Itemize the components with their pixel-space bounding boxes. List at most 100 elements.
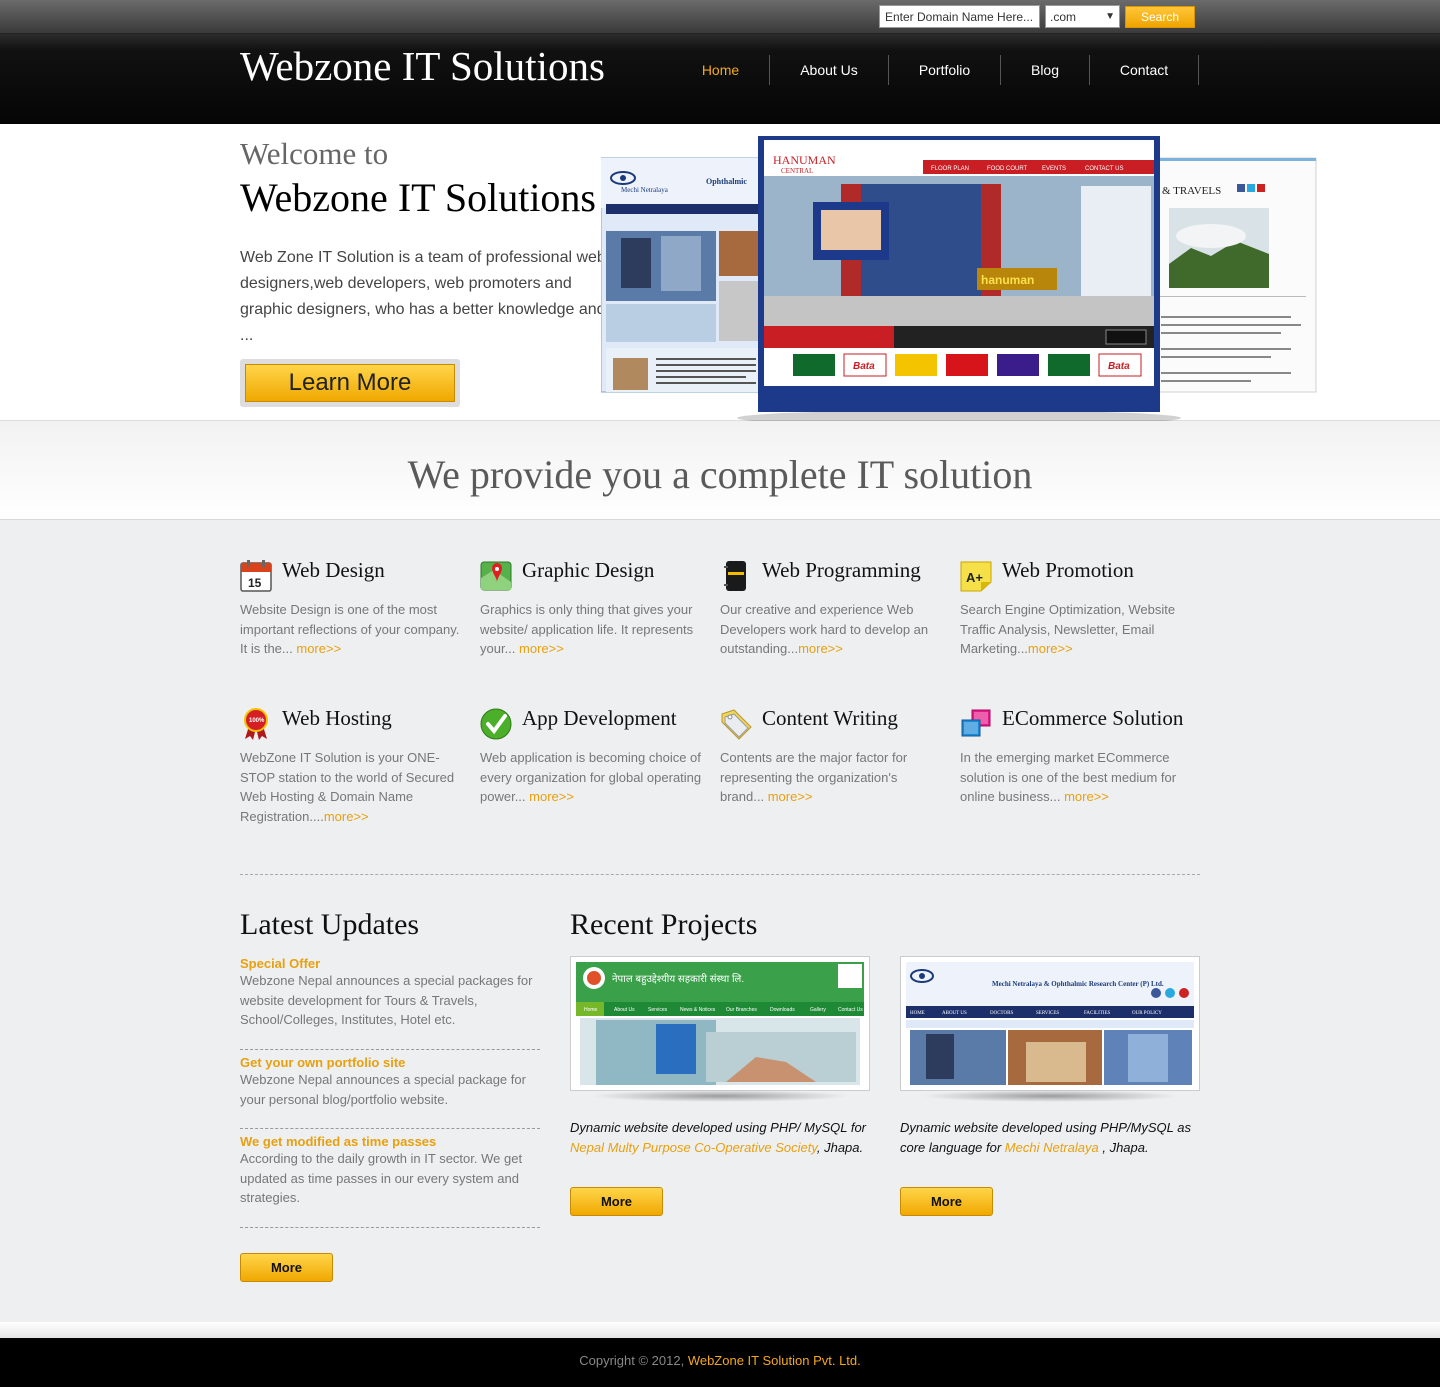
svg-text:100%: 100% bbox=[249, 718, 265, 724]
center-screen-menu-3: EVENTS bbox=[1042, 166, 1066, 172]
service-text: Website Design is one of the most import… bbox=[240, 602, 460, 656]
more-link[interactable]: more>> bbox=[519, 641, 564, 656]
service-title[interactable]: Web Promotion bbox=[1002, 558, 1134, 583]
domain-search-input[interactable]: Enter Domain Name Here... bbox=[879, 5, 1040, 28]
footer-divider bbox=[0, 1322, 1440, 1338]
notebook-icon bbox=[724, 561, 746, 591]
nav-home[interactable]: Home bbox=[672, 55, 770, 85]
update-separator bbox=[240, 1049, 540, 1050]
svg-text:Our Branches: Our Branches bbox=[726, 1007, 757, 1013]
center-screen-brand: HANUMAN bbox=[773, 153, 836, 167]
update-item: Special Offer Webzone Nepal announces a … bbox=[240, 956, 540, 1030]
update-title[interactable]: Special Offer bbox=[240, 956, 540, 971]
price-tag-icon bbox=[721, 709, 752, 740]
service-title[interactable]: Graphic Design bbox=[522, 558, 654, 583]
update-item: We get modified as time passes According… bbox=[240, 1134, 540, 1208]
main-nav: Home About Us Portfolio Blog Contact bbox=[672, 55, 1199, 87]
nav-contact[interactable]: Contact bbox=[1090, 55, 1199, 85]
footer-company-link[interactable]: WebZone IT Solution Pvt. Ltd. bbox=[688, 1353, 861, 1368]
hero-title: Webzone IT Solutions bbox=[240, 175, 596, 220]
more-link[interactable]: more>> bbox=[324, 809, 369, 824]
service-title[interactable]: ECommerce Solution bbox=[1002, 706, 1183, 731]
copyright-text: Copyright © 2012, bbox=[579, 1353, 688, 1368]
windows-icon bbox=[961, 709, 991, 737]
service-text: Search Engine Optimization, Website Traf… bbox=[960, 602, 1176, 656]
update-title[interactable]: We get modified as time passes bbox=[240, 1134, 540, 1149]
svg-text:Contact Us: Contact Us bbox=[838, 1007, 863, 1013]
more-link[interactable]: more>> bbox=[798, 641, 843, 656]
svg-text:Gallery: Gallery bbox=[810, 1007, 826, 1013]
service-text: Contents are the major factor for repres… bbox=[720, 750, 908, 804]
hero-welcome: Welcome to bbox=[240, 136, 389, 171]
learn-more-wrapper: Learn More bbox=[240, 359, 460, 407]
slogan-band: We provide you a complete IT solution bbox=[0, 421, 1440, 520]
project-description: Dynamic website developed using PHP/MySQ… bbox=[900, 1120, 1191, 1155]
more-link[interactable]: more>> bbox=[529, 789, 574, 804]
update-title[interactable]: Get your own portfolio site bbox=[240, 1055, 540, 1070]
svg-text:DOCTORS: DOCTORS bbox=[990, 1011, 1013, 1016]
calendar-icon: 15 bbox=[240, 560, 272, 592]
svg-text:Home: Home bbox=[584, 1007, 598, 1013]
service-title[interactable]: Web Programming bbox=[762, 558, 921, 583]
svg-text:About Us: About Us bbox=[614, 1007, 635, 1013]
svg-text:OUR POLICY: OUR POLICY bbox=[1132, 1011, 1162, 1016]
section-divider bbox=[240, 874, 1200, 875]
recent-projects-title: Recent Projects bbox=[570, 908, 758, 941]
project-screenshot: नेपाल बहुउद्देश्यीय सहकारी संस्था लि. Ho… bbox=[576, 962, 864, 1085]
center-screen-menu-2: FOOD COURT bbox=[987, 166, 1028, 172]
more-link[interactable]: more>> bbox=[1028, 641, 1073, 656]
project-more-button[interactable]: More bbox=[570, 1187, 663, 1216]
updates-more-button[interactable]: More bbox=[240, 1253, 333, 1282]
service-title[interactable]: Content Writing bbox=[762, 706, 898, 731]
update-item: Get your own portfolio site Webzone Nepa… bbox=[240, 1055, 540, 1109]
thumbnail-shadow bbox=[590, 1090, 850, 1102]
svg-text:FACILITIES: FACILITIES bbox=[1084, 1011, 1111, 1016]
svg-text:A+: A+ bbox=[966, 570, 983, 585]
service-text: WebZone IT Solution is your ONE-STOP sta… bbox=[240, 750, 455, 824]
map-pin-icon bbox=[480, 561, 512, 591]
project-thumbnail-mechi-netralaya[interactable]: Mechi Netralaya & Ophthalmic Research Ce… bbox=[900, 956, 1200, 1091]
site-footer: Copyright © 2012, WebZone IT Solution Pv… bbox=[0, 1338, 1440, 1387]
service-title[interactable]: Web Design bbox=[282, 558, 385, 583]
right-screen-title: & TRAVELS bbox=[1162, 185, 1221, 197]
nav-about-us[interactable]: About Us bbox=[770, 55, 889, 85]
thumbnail-shadow bbox=[920, 1090, 1180, 1102]
svg-text:Downloads: Downloads bbox=[770, 1007, 795, 1013]
travels-screen: & TRAVELS bbox=[1140, 157, 1317, 393]
update-separator bbox=[240, 1227, 540, 1228]
nav-blog[interactable]: Blog bbox=[1001, 55, 1090, 85]
learn-more-button[interactable]: Learn More bbox=[245, 364, 455, 402]
svg-text:ABOUT US: ABOUT US bbox=[942, 1011, 967, 1016]
thumb-banner-text: Mechi Netralaya & Ophthalmic Research Ce… bbox=[992, 980, 1164, 988]
svg-text:15: 15 bbox=[248, 576, 262, 590]
update-text: According to the daily growth in IT sect… bbox=[240, 1151, 523, 1205]
project-client-link[interactable]: Mechi Netralaya bbox=[1005, 1140, 1099, 1155]
service-title[interactable]: Web Hosting bbox=[282, 706, 392, 731]
project-thumbnail-nmpcs[interactable]: नेपाल बहुउद्देश्यीय सहकारी संस्था लि. Ho… bbox=[570, 956, 870, 1091]
update-text: Webzone Nepal announces a special packag… bbox=[240, 1072, 526, 1107]
svg-text:News & Notices: News & Notices bbox=[680, 1007, 716, 1013]
more-link[interactable]: more>> bbox=[1064, 789, 1109, 804]
tld-select[interactable]: .com ▼ bbox=[1045, 5, 1120, 28]
service-text: Graphics is only thing that gives your w… bbox=[480, 602, 694, 656]
project-more-button[interactable]: More bbox=[900, 1187, 993, 1216]
project-screenshot: Mechi Netralaya & Ophthalmic Research Ce… bbox=[906, 962, 1194, 1085]
svg-text:SERVICES: SERVICES bbox=[1036, 1011, 1059, 1016]
chevron-down-icon: ▼ bbox=[1105, 11, 1115, 22]
nav-portfolio[interactable]: Portfolio bbox=[889, 55, 1001, 85]
service-text: Web application is becoming choice of ev… bbox=[480, 750, 702, 804]
portfolio-showcase-image: Mechi Netralaya Ophthalmic & TRAVELS HAN… bbox=[601, 136, 1317, 426]
latest-updates-title: Latest Updates bbox=[240, 908, 420, 941]
more-link[interactable]: more>> bbox=[296, 641, 341, 656]
project-client-link[interactable]: Nepal Multy Purpose Co-Operative Society bbox=[570, 1140, 817, 1155]
center-screen-menu-4: CONTACT US bbox=[1085, 166, 1123, 172]
domain-search-button[interactable]: Search bbox=[1125, 6, 1195, 28]
site-logo[interactable]: Webzone IT Solutions bbox=[240, 42, 605, 90]
brand-logos-row: Bata Bata bbox=[793, 353, 1142, 377]
svg-text:Bata: Bata bbox=[1108, 361, 1130, 372]
more-link[interactable]: more>> bbox=[768, 789, 813, 804]
tld-selected-value: .com bbox=[1050, 9, 1077, 24]
svg-text:Bata: Bata bbox=[853, 361, 875, 372]
center-screen-menu-1: FLOOR PLAN bbox=[931, 166, 969, 172]
service-title[interactable]: App Development bbox=[522, 706, 677, 731]
